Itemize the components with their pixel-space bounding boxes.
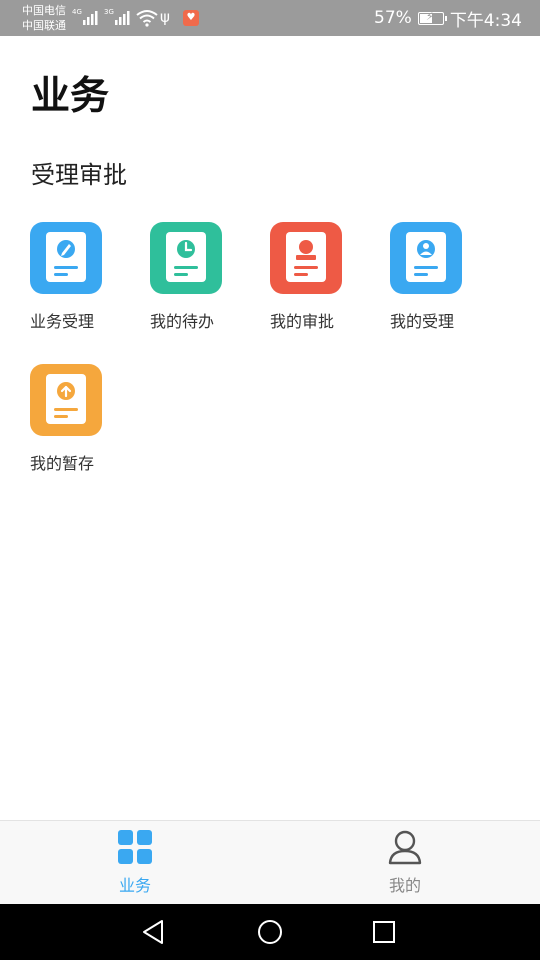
tile-label: 我的暂存	[30, 454, 95, 473]
home-icon[interactable]	[254, 916, 286, 948]
tile-label: 我的待办	[150, 312, 215, 331]
tile-my-approval[interactable]: 我的审批	[270, 222, 360, 342]
tile-my-todo[interactable]: 我的待办	[150, 222, 240, 342]
person-icon	[387, 829, 423, 865]
edit-doc-icon	[30, 222, 102, 294]
tab-label: 我的	[388, 876, 421, 895]
battery-percent: 57%	[374, 8, 412, 28]
page-title: 业务	[31, 74, 110, 119]
system-nav-bar	[0, 904, 540, 960]
tile-my-drafts[interactable]: 我的暂存	[30, 364, 120, 484]
status-bar: 中国电信 中国联通 4G 3G ψ ♥ 57% ⚡ 下午4:34	[0, 0, 540, 36]
status-time: 下午4:34	[449, 10, 522, 31]
status-right: 57% ⚡ 下午4:34	[374, 0, 522, 36]
grid-icon	[117, 829, 153, 865]
network-type-1: 4G	[72, 8, 82, 16]
upload-doc-icon	[30, 364, 102, 436]
network-type-2: 3G	[104, 8, 114, 16]
back-icon[interactable]	[138, 916, 170, 948]
tile-label: 业务受理	[30, 312, 95, 331]
wifi-icon	[136, 9, 158, 31]
usb-icon: ψ	[160, 8, 170, 26]
section-title: 受理审批	[31, 161, 127, 189]
notification-app-icon: ♥	[183, 10, 199, 26]
tile-my-accepted[interactable]: 我的受理	[390, 222, 480, 342]
stamp-doc-icon	[270, 222, 342, 294]
charging-icon: ⚡	[425, 9, 434, 23]
tab-business[interactable]: 业务	[0, 821, 270, 905]
bottom-nav: 业务 我的	[0, 820, 540, 904]
app-screen: 中国电信 中国联通 4G 3G ψ ♥ 57% ⚡ 下午4:34 业务 受理审批…	[0, 0, 540, 960]
tab-label: 业务	[118, 876, 151, 895]
tile-business-accept[interactable]: 业务受理	[30, 222, 120, 342]
battery-icon: ⚡	[417, 9, 447, 25]
tab-mine[interactable]: 我的	[270, 821, 540, 905]
tile-label: 我的受理	[390, 312, 455, 331]
signal-icon: 3G	[104, 8, 134, 32]
signal-icon: 4G	[72, 8, 102, 32]
tile-label: 我的审批	[270, 312, 335, 331]
clock-doc-icon	[150, 222, 222, 294]
user-doc-icon	[390, 222, 462, 294]
recents-icon[interactable]	[368, 916, 400, 948]
